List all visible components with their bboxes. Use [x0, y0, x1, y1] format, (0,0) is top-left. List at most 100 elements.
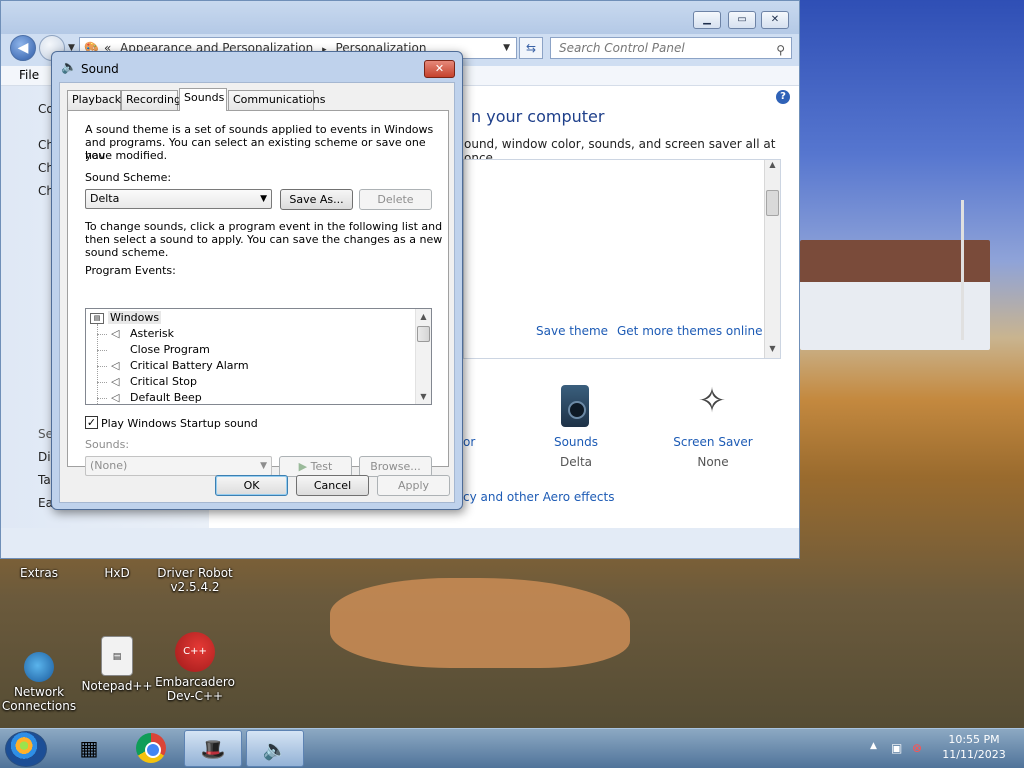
- window-group-icon: ▤: [90, 312, 104, 324]
- chrome-icon: [136, 733, 166, 763]
- taskbar-control-panel[interactable]: 🎩: [184, 730, 242, 767]
- events-scrollbar[interactable]: ▲ ▼: [415, 309, 431, 404]
- clock[interactable]: 10:55 PM 11/11/2023: [930, 732, 1018, 762]
- play-icon: ▶: [298, 460, 311, 473]
- desktop-icon-label: Dev-C++: [166, 689, 224, 703]
- menu-file[interactable]: File: [19, 68, 39, 82]
- save-theme-link[interactable]: Save theme: [536, 324, 608, 338]
- volume-muted-icon[interactable]: ⊗: [912, 741, 922, 755]
- event-close-program[interactable]: Close Program: [130, 342, 210, 358]
- tab-recording[interactable]: Recording: [121, 90, 181, 110]
- scroll-down-icon[interactable]: ▼: [765, 344, 780, 358]
- archive-icon: ▦: [79, 736, 99, 760]
- search-input[interactable]: Search Control Panel ⚲: [550, 37, 792, 59]
- tab-communications[interactable]: Communications: [228, 90, 325, 110]
- event-default-beep[interactable]: Default Beep: [130, 390, 202, 404]
- tab-sounds[interactable]: Sounds: [179, 88, 227, 111]
- tree-branch: [97, 366, 107, 367]
- ok-button[interactable]: OK: [215, 475, 288, 496]
- sound-dialog: 🔈 Sound ✕ Playback Recording Sounds Comm…: [51, 51, 463, 510]
- desktop-icon-network-connections[interactable]: Network Connections: [0, 632, 79, 713]
- chevron-down-icon: ▼: [260, 461, 267, 471]
- notepad-icon: ▤: [101, 636, 133, 676]
- address-dropdown-icon[interactable]: ▼: [503, 38, 510, 58]
- tab-playback[interactable]: Playback: [67, 90, 121, 110]
- desktop-icon-dev-cpp[interactable]: C++ Embarcadero Dev-C++: [155, 632, 235, 703]
- intro-line-1: A sound theme is a set of sounds applied…: [85, 123, 434, 136]
- desktop-icon-notepad-plus-plus[interactable]: ▤ Notepad++: [77, 632, 157, 693]
- taskbar-winrar[interactable]: ▦: [60, 730, 118, 767]
- save-as-button[interactable]: Save As...: [280, 189, 353, 210]
- event-asterisk[interactable]: Asterisk: [130, 326, 174, 342]
- search-placeholder: Search Control Panel: [559, 41, 685, 55]
- screen-saver-angel-icon[interactable]: ✧: [689, 381, 735, 425]
- dialog-body: Playback Recording Sounds Communications…: [59, 82, 455, 503]
- start-button[interactable]: [5, 731, 47, 767]
- help-icon[interactable]: ?: [776, 90, 790, 104]
- apply-button[interactable]: Apply: [377, 475, 450, 496]
- back-button[interactable]: ◀: [10, 35, 36, 61]
- maximize-button[interactable]: ▭: [728, 11, 756, 29]
- clock-date: 11/11/2023: [942, 748, 1006, 761]
- sounds-link[interactable]: Sounds: [545, 435, 607, 449]
- sidebar-link-taskbar[interactable]: Ta: [38, 473, 51, 487]
- desktop-icon-label: Connections: [1, 699, 77, 713]
- control-panel-bottom: [1, 528, 799, 558]
- delete-button[interactable]: Delete: [359, 189, 432, 210]
- event-critical-battery-alarm[interactable]: Critical Battery Alarm: [130, 358, 249, 374]
- event-critical-stop[interactable]: Critical Stop: [130, 374, 197, 390]
- desktop-icon-label: Embarcadero: [155, 675, 235, 689]
- events-scroll-thumb[interactable]: [417, 326, 430, 342]
- dialog-close-button[interactable]: ✕: [424, 60, 455, 78]
- screen-saver-value: None: [697, 455, 729, 469]
- dialog-title: Sound: [81, 62, 119, 76]
- network-tray-icon[interactable]: ▣: [891, 741, 902, 755]
- sounds-speaker-icon[interactable]: [561, 385, 589, 427]
- test-label: Test: [310, 460, 333, 473]
- tree-branch: [97, 398, 107, 399]
- desktop-icon-label: Notepad++: [81, 679, 153, 693]
- speaker-icon: ◁: [111, 327, 120, 340]
- desktop-icon-label: Extras: [20, 566, 58, 580]
- speaker-icon: 🔈: [262, 737, 288, 761]
- scroll-up-icon[interactable]: ▲: [416, 309, 431, 324]
- scroll-down-icon[interactable]: ▼: [416, 389, 431, 404]
- desktop-icon-extras[interactable]: Extras: [0, 566, 79, 580]
- page-title: n your computer: [471, 107, 605, 126]
- events-group-row[interactable]: ▤ Windows: [90, 310, 162, 326]
- search-icon[interactable]: ⚲: [776, 40, 785, 60]
- show-hidden-icons[interactable]: ▲: [870, 741, 877, 751]
- startup-sound-checkbox[interactable]: ✓: [85, 416, 98, 429]
- window-color-link[interactable]: or: [463, 435, 475, 449]
- sounds-select[interactable]: (None) ▼: [85, 456, 272, 476]
- program-events-list[interactable]: ▤ Windows ◁ Asterisk Close Program ◁ Crit…: [85, 308, 432, 405]
- clock-time: 10:55 PM: [948, 733, 1000, 746]
- dev-cpp-icon: C++: [175, 632, 215, 672]
- get-more-themes-link[interactable]: Get more themes online: [617, 324, 763, 338]
- speaker-icon: ◁: [111, 359, 120, 372]
- scroll-thumb[interactable]: [766, 190, 779, 216]
- browse-button[interactable]: Browse...: [359, 456, 432, 477]
- minimize-button[interactable]: ▁: [693, 11, 721, 29]
- test-button[interactable]: ▶ Test: [279, 456, 352, 477]
- wallpaper-flagpole: [961, 200, 964, 340]
- scroll-up-icon[interactable]: ▲: [765, 160, 780, 174]
- aero-effects-link[interactable]: cy and other Aero effects: [463, 490, 614, 504]
- desktop-icon-driver-robot[interactable]: Driver Robot v2.5.4.2: [155, 566, 235, 594]
- control-panel-titlebar[interactable]: [1, 1, 799, 34]
- close-button[interactable]: ✕: [761, 11, 789, 29]
- theme-list-scrollbar[interactable]: ▲ ▼: [764, 160, 780, 358]
- taskbar-sound[interactable]: 🔈: [246, 730, 304, 767]
- sound-scheme-value: Delta: [90, 192, 120, 205]
- tree-line: [97, 324, 98, 404]
- program-events-label: Program Events:: [85, 264, 176, 277]
- speaker-icon: ◁: [111, 391, 120, 404]
- tree-branch: [97, 382, 107, 383]
- sound-scheme-select[interactable]: Delta ▼: [85, 189, 272, 209]
- cancel-button[interactable]: Cancel: [296, 475, 369, 496]
- startup-sound-label[interactable]: Play Windows Startup sound: [101, 417, 258, 430]
- screen-saver-link[interactable]: Screen Saver: [671, 435, 755, 449]
- desktop-icon-label: HxD: [104, 566, 130, 580]
- desktop-icon-hxd[interactable]: HxD: [77, 566, 157, 580]
- refresh-button[interactable]: ⇆: [519, 37, 543, 59]
